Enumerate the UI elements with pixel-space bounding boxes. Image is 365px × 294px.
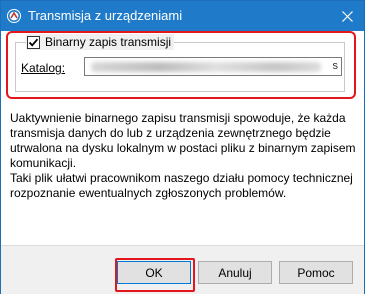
catalog-path-value-obscured [91, 62, 321, 72]
catalog-label: Katalog: [21, 61, 66, 75]
button-bar: OK Anuluj Pomoc [1, 245, 364, 294]
binary-log-label[interactable]: Binarny zapis transmisji [45, 35, 171, 49]
checkmark-icon [28, 38, 39, 47]
description-paragraph-2: Taki plik ułatwi pracownikom naszego dzi… [10, 171, 353, 200]
window-title: Transmisja z urządzeniami [28, 8, 183, 23]
binary-log-group: Binarny zapis transmisji Katalog: s [15, 34, 345, 92]
group-legend: Binarny zapis transmisji [26, 34, 175, 50]
description-text: Uaktywnienie binarnego zapisu transmisji… [10, 111, 360, 201]
app-logo-icon [7, 9, 21, 23]
description-paragraph-1: Uaktywnienie binarnego zapisu transmisji… [10, 111, 356, 170]
cancel-button[interactable]: Anuluj [198, 261, 272, 284]
catalog-path-field[interactable]: s [84, 57, 342, 76]
dialog-content: Binarny zapis transmisji Katalog: s Uakt… [1, 31, 364, 294]
dialog-window: Transmisja z urządzeniami Binarny zapis … [0, 0, 365, 294]
ok-button[interactable]: OK [117, 261, 191, 284]
close-button[interactable] [330, 1, 364, 31]
close-icon [341, 10, 353, 22]
title-bar[interactable]: Transmisja z urządzeniami [1, 1, 364, 31]
binary-log-checkbox[interactable] [27, 35, 40, 49]
help-button[interactable]: Pomoc [279, 261, 353, 284]
browse-glyph[interactable]: s [333, 60, 339, 72]
